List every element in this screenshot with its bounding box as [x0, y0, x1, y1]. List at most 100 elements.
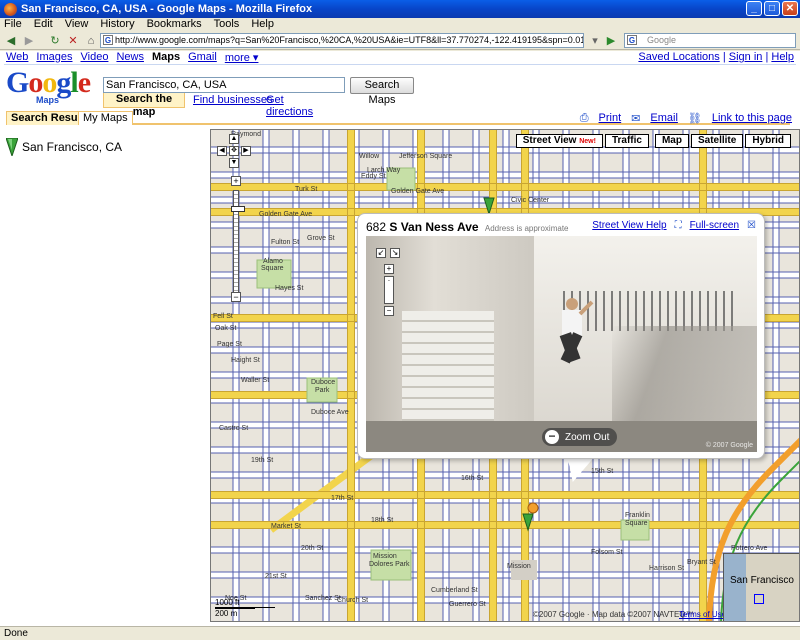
- zoom-out-icon[interactable]: −: [231, 292, 241, 302]
- forward-icon[interactable]: ▶: [22, 34, 36, 48]
- sv-zoom-out-icon[interactable]: −: [384, 306, 394, 316]
- map-button[interactable]: Map: [654, 134, 689, 148]
- page-content: Web Images Video News Maps Gmail more ▾ …: [0, 51, 800, 626]
- pan-center-icon[interactable]: ✥: [229, 146, 239, 156]
- gbar-video[interactable]: Video: [81, 51, 109, 64]
- svg-text:Church St: Church St: [337, 597, 368, 604]
- status-bar: Done: [0, 626, 800, 640]
- fullscreen-link[interactable]: Full-screen: [690, 220, 739, 231]
- gbar-news[interactable]: News: [116, 51, 144, 64]
- street-view-address: 682 S Van Ness Ave Address is approximat…: [366, 220, 569, 234]
- maximize-icon[interactable]: □: [764, 1, 780, 16]
- home-icon[interactable]: ⌂: [84, 34, 98, 48]
- email-link[interactable]: Email: [650, 112, 678, 125]
- overview-viewport[interactable]: [754, 594, 764, 604]
- svg-text:Bryant St: Bryant St: [687, 559, 716, 566]
- svg-text:Duboce Ave: Duboce Ave: [311, 409, 349, 416]
- search-maps-button[interactable]: Search Maps: [350, 77, 414, 106]
- sv-zoom-in-icon[interactable]: +: [384, 264, 394, 274]
- svg-text:Willow: Willow: [359, 153, 380, 160]
- menu-history[interactable]: History: [100, 18, 134, 32]
- tab-my-maps[interactable]: My Maps: [78, 111, 133, 125]
- pan-up-icon[interactable]: ▲: [229, 134, 239, 144]
- pan-down-icon[interactable]: ▼: [229, 158, 239, 168]
- zoom-in-icon[interactable]: +: [231, 176, 241, 186]
- tab-search-the-map[interactable]: Search the map: [103, 93, 185, 118]
- fullscreen-icon: ⛶: [674, 220, 682, 231]
- climbing-man-figure: [559, 298, 594, 364]
- svg-text:Civic Center: Civic Center: [511, 197, 550, 204]
- svg-text:Oak St: Oak St: [215, 325, 236, 332]
- zoom-slider-thumb[interactable]: [231, 206, 245, 212]
- link-to-page[interactable]: Link to this page: [712, 112, 792, 125]
- maps-search-input[interactable]: San Francisco, CA, USA: [103, 77, 345, 93]
- url-bar[interactable]: G http://www.google.com/maps?q=San%20Fra…: [100, 33, 584, 48]
- close-icon[interactable]: ✕: [782, 1, 798, 16]
- street-view-button[interactable]: Street View New!: [515, 134, 603, 148]
- go-icon[interactable]: ▶: [604, 34, 618, 48]
- svg-text:Dolores Park: Dolores Park: [369, 561, 410, 568]
- gbar-gmail[interactable]: Gmail: [188, 51, 217, 64]
- sv-zoom-slider[interactable]: ·: [384, 276, 394, 304]
- divider: [4, 64, 796, 65]
- menu-tools[interactable]: Tools: [214, 18, 240, 32]
- saved-locations-link[interactable]: Saved Locations: [638, 51, 719, 63]
- gbar-images[interactable]: Images: [36, 51, 72, 64]
- map-canvas[interactable]: Raymond Willow Jefferson Square Eddy St …: [210, 129, 800, 622]
- url-dropdown-icon[interactable]: ▾: [588, 34, 602, 48]
- sv-rotate-right-icon[interactable]: ↘: [390, 248, 400, 258]
- svg-text:Turk St: Turk St: [295, 186, 317, 193]
- search-engine-icon: G: [627, 35, 637, 45]
- hybrid-button[interactable]: Hybrid: [745, 134, 791, 148]
- street-view-help-link[interactable]: Street View Help: [592, 220, 666, 231]
- help-link[interactable]: Help: [771, 51, 794, 63]
- tab-find-businesses[interactable]: Find businesses: [193, 94, 273, 106]
- traffic-button[interactable]: Traffic: [604, 134, 649, 148]
- stop-icon[interactable]: ✕: [66, 34, 80, 48]
- menu-view[interactable]: View: [65, 18, 89, 32]
- menu-file[interactable]: File: [4, 18, 22, 32]
- overview-map[interactable]: San Francisco: [723, 553, 799, 621]
- svg-text:16th St: 16th St: [461, 475, 483, 482]
- svg-text:Folsom St: Folsom St: [591, 549, 623, 556]
- window-titlebar: San Francisco, CA, USA - Google Maps - M…: [0, 0, 800, 18]
- gbar-more[interactable]: more ▾: [225, 51, 259, 64]
- pan-left-icon[interactable]: ◀: [217, 146, 227, 156]
- close-bubble-icon[interactable]: ☒: [747, 220, 756, 231]
- menu-bookmarks[interactable]: Bookmarks: [147, 18, 202, 32]
- logo-subtitle: Maps: [36, 95, 60, 105]
- terms-of-use-link[interactable]: Terms of Use: [679, 610, 726, 619]
- svg-text:Larch Way: Larch Way: [367, 167, 401, 174]
- back-icon[interactable]: ◀: [4, 34, 18, 48]
- svg-text:Square: Square: [261, 265, 284, 272]
- svg-text:Guerrero St: Guerrero St: [449, 601, 486, 608]
- svg-text:Duboce: Duboce: [311, 379, 335, 386]
- svg-text:Castro St: Castro St: [219, 425, 248, 432]
- overview-label: San Francisco: [730, 575, 794, 586]
- satellite-button[interactable]: Satellite: [690, 134, 744, 148]
- search-placeholder: Google: [647, 35, 677, 45]
- zoom-out-button[interactable]: − Zoom Out: [542, 428, 618, 446]
- map-type-controls: Street View New! Traffic Map Satellite H…: [515, 134, 791, 148]
- reload-icon[interactable]: ↻: [48, 34, 62, 48]
- browser-search-input[interactable]: G Google: [624, 33, 796, 48]
- pan-right-icon[interactable]: ▶: [241, 146, 251, 156]
- sv-rotate-left-icon[interactable]: ↙: [376, 248, 386, 258]
- green-arrow-pin-icon: [6, 138, 18, 156]
- firefox-icon: [4, 2, 17, 16]
- new-badge: New!: [579, 138, 596, 145]
- search-result-item[interactable]: San Francisco, CA: [6, 138, 122, 156]
- svg-text:Park: Park: [315, 387, 330, 394]
- print-link[interactable]: Print: [599, 112, 622, 125]
- menu-help[interactable]: Help: [251, 18, 274, 32]
- svg-text:20th St: 20th St: [301, 545, 323, 552]
- svg-text:Waller St: Waller St: [241, 377, 269, 384]
- zoom-out-circle-icon: −: [545, 430, 559, 444]
- gbar-web[interactable]: Web: [6, 51, 28, 64]
- sign-in-link[interactable]: Sign in: [729, 51, 763, 63]
- street-view-panorama[interactable]: ↙ ↘ + · − − Zoom Out © 2007 Google: [366, 236, 757, 452]
- svg-text:19th St: 19th St: [251, 457, 273, 464]
- svg-text:Mission: Mission: [507, 563, 531, 570]
- minimize-icon[interactable]: _: [746, 1, 762, 16]
- menu-edit[interactable]: Edit: [34, 18, 53, 32]
